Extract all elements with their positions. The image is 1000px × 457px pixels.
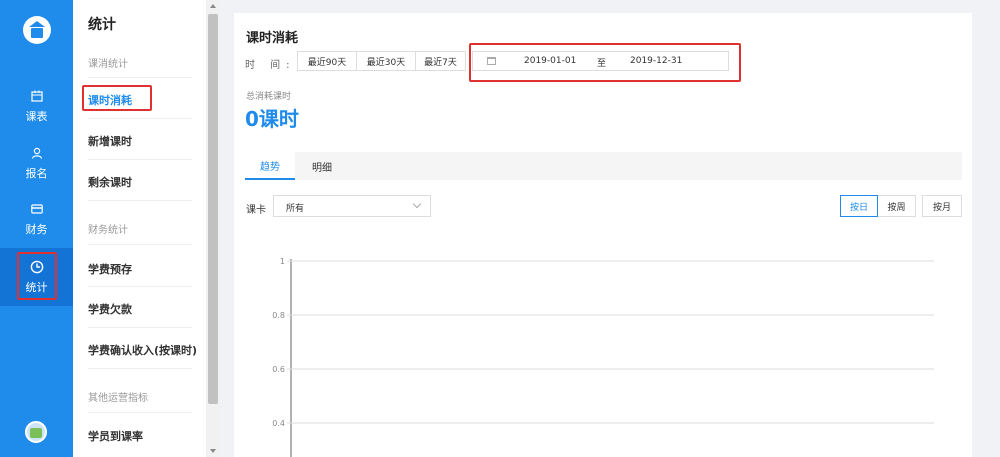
rail-item-label: 报名 <box>25 167 48 180</box>
y-tick-label: 0.8 <box>272 311 285 320</box>
scrollbar-thumb[interactable] <box>208 14 218 404</box>
divider <box>88 244 192 245</box>
submenu-title: 统计 <box>88 17 116 33</box>
divider <box>88 412 192 413</box>
range-7-days-button[interactable]: 最近7天 <box>415 51 466 71</box>
date-range-separator: 至 <box>597 59 607 69</box>
rail-item-label: 财务 <box>25 223 48 236</box>
rail-item-schedule[interactable]: 课表 <box>0 80 73 132</box>
rail-item-statistics[interactable]: 统计 <box>0 248 73 306</box>
divider <box>88 327 192 328</box>
group-finance-stats: 财务统计 <box>88 225 128 236</box>
rail-item-enroll[interactable]: 报名 <box>0 137 73 189</box>
rail-item-finance[interactable]: 财务 <box>0 193 73 245</box>
submenu-item-owed[interactable]: 学费欠款 <box>88 301 132 317</box>
view-tabs: 趋势 明细 <box>245 152 962 180</box>
range-30-days-button[interactable]: 最近30天 <box>356 51 416 71</box>
date-range-picker[interactable]: 2019-01-01 至 2019-12-31 <box>472 51 729 71</box>
scroll-down-icon[interactable] <box>210 449 216 453</box>
trend-chart: 1 0.8 0.6 0.4 <box>272 257 934 457</box>
school-logo-icon[interactable] <box>23 16 51 44</box>
divider <box>88 159 192 160</box>
calendar-icon <box>29 88 45 104</box>
date-start[interactable]: 2019-01-01 <box>524 56 576 66</box>
avatar[interactable] <box>25 421 47 443</box>
main-panel: 课时消耗 时 间: 最近90天 最近30天 最近7天 2019-01-01 至 … <box>234 13 972 457</box>
divider <box>88 200 192 201</box>
submenu-scrollbar[interactable] <box>206 0 220 457</box>
highlight-box <box>82 85 152 111</box>
page-title: 课时消耗 <box>246 31 299 46</box>
card-filter-select[interactable]: 所有 <box>273 195 431 217</box>
wallet-icon <box>29 201 45 217</box>
group-by-month-button[interactable]: 按月 <box>922 195 962 217</box>
submenu-item-consumption[interactable]: 课时消耗 <box>82 85 152 111</box>
submenu-item-remaining[interactable]: 剩余课时 <box>88 174 132 190</box>
divider <box>88 368 192 369</box>
y-tick-label: 0.4 <box>272 419 285 428</box>
card-filter-label: 课卡 <box>246 205 266 216</box>
group-other-metrics: 其他运营指标 <box>88 393 148 404</box>
card-filter-value: 所有 <box>286 204 305 214</box>
total-value: 0课时 <box>245 107 299 131</box>
time-label: 时 间: <box>245 60 296 71</box>
scroll-up-icon[interactable] <box>210 4 216 8</box>
tab-trend[interactable]: 趋势 <box>245 152 295 180</box>
y-tick-label: 1 <box>280 257 285 266</box>
divider <box>88 77 192 78</box>
total-label: 总消耗课时 <box>246 92 292 102</box>
statistics-submenu: 统计 课消统计 课时消耗 新增课时 剩余课时 财务统计 学费预存 学费欠款 学费… <box>73 0 206 457</box>
submenu-item-new-hours[interactable]: 新增课时 <box>88 133 132 149</box>
submenu-item-prepaid[interactable]: 学费预存 <box>88 261 132 277</box>
calendar-icon <box>487 57 496 65</box>
user-icon <box>29 145 45 161</box>
divider <box>88 286 192 287</box>
highlight-box <box>17 252 57 300</box>
tab-detail[interactable]: 明细 <box>297 152 347 180</box>
submenu-item-attendance[interactable]: 学员到课率 <box>88 428 143 444</box>
group-by-day-button[interactable]: 按日 <box>840 195 878 217</box>
rail-item-label: 课表 <box>25 110 48 123</box>
group-course-stats: 课消统计 <box>88 59 128 70</box>
submenu-item-confirmed-income[interactable]: 学费确认收入(按课时) <box>88 342 197 358</box>
chevron-down-icon <box>412 199 422 209</box>
range-90-days-button[interactable]: 最近90天 <box>297 51 357 71</box>
divider <box>88 118 192 119</box>
group-by-week-button[interactable]: 按周 <box>877 195 916 217</box>
date-end[interactable]: 2019-12-31 <box>630 56 682 66</box>
left-rail: 课表 报名 财务 统计 <box>0 0 73 457</box>
y-tick-label: 0.6 <box>272 365 285 374</box>
